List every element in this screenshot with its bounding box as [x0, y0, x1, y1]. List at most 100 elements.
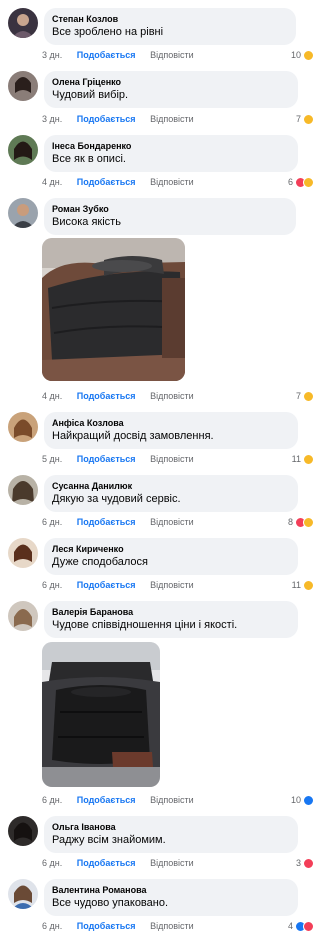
reply-button[interactable]: Відповісти — [150, 578, 194, 592]
reaction-summary[interactable]: 7 — [296, 112, 314, 126]
comment-author[interactable]: Валентина Романова — [52, 884, 290, 896]
comment-text: Все чудово упаковано. — [52, 897, 169, 909]
comment-author[interactable]: Анфіса Козлова — [52, 417, 290, 429]
like-button[interactable]: Подобається — [77, 389, 136, 403]
comment-bubble: Олена Гріценко Чудовий вибір. — [44, 71, 298, 108]
reply-button[interactable]: Відповісти — [150, 112, 194, 126]
comment-bubble: Анфіса Козлова Найкращий досвід замовлен… — [44, 412, 298, 449]
avatar[interactable] — [8, 198, 38, 228]
reply-button[interactable]: Відповісти — [150, 919, 194, 933]
comment-time[interactable]: 5 дн. — [42, 452, 62, 466]
comment-time[interactable]: 6 дн. — [42, 578, 62, 592]
comment-author[interactable]: Степан Козлов — [52, 13, 288, 25]
comment-time[interactable]: 4 дн. — [42, 389, 62, 403]
comment-bubble: Роман Зубко Висока якість — [44, 198, 296, 235]
reply-button[interactable]: Відповісти — [150, 856, 194, 870]
reaction-count: 4 — [287, 921, 293, 931]
wow-icon — [303, 579, 314, 591]
reaction-summary[interactable]: 10 — [291, 48, 314, 62]
reaction-summary[interactable]: 7 — [296, 389, 314, 403]
like-button[interactable]: Подобається — [77, 175, 136, 189]
avatar[interactable] — [8, 135, 38, 165]
comment-bubble: Інеса Бондаренко Все як в описі. — [44, 135, 298, 172]
like-button[interactable]: Подобається — [77, 919, 136, 933]
comment-actions: 3 дн. Подобається Відповісти — [42, 112, 206, 126]
reaction-count: 11 — [291, 580, 301, 590]
reaction-summary[interactable]: 4 — [288, 919, 314, 933]
avatar[interactable] — [8, 71, 38, 101]
avatar[interactable] — [8, 601, 38, 631]
reaction-summary[interactable]: 3 — [296, 856, 314, 870]
comment-bubble: Валентина Романова Все чудово упаковано. — [44, 879, 298, 916]
avatar[interactable] — [8, 816, 38, 846]
reply-button[interactable]: Відповісти — [150, 175, 194, 189]
reaction-count: 7 — [295, 391, 301, 401]
comment-time[interactable]: 6 дн. — [42, 919, 62, 933]
avatar[interactable] — [8, 412, 38, 442]
reaction-summary[interactable]: 6 — [288, 175, 314, 189]
avatar[interactable] — [8, 879, 38, 909]
reaction-count: 10 — [290, 50, 301, 60]
comment-author[interactable]: Інеса Бондаренко — [52, 140, 290, 152]
reaction-summary[interactable]: 10 — [291, 793, 314, 807]
comment-text: Чудовий вибір. — [52, 89, 129, 101]
like-button[interactable]: Подобається — [77, 793, 136, 807]
reaction-count: 11 — [291, 454, 301, 464]
comment-time[interactable]: 6 дн. — [42, 793, 62, 807]
comment-text: Все зроблено на рівні — [52, 26, 164, 38]
comment-author[interactable]: Леся Кириченко — [52, 543, 290, 555]
reaction-count: 3 — [295, 858, 301, 868]
car-air-mattress-grey-photo[interactable] — [42, 238, 185, 381]
reply-button[interactable]: Відповісти — [150, 389, 194, 403]
comment-actions: 6 дн. Подобається Відповісти — [42, 578, 206, 592]
car-air-mattress-black-photo[interactable] — [42, 642, 160, 787]
comment-bubble: Степан Козлов Все зроблено на рівні — [44, 8, 296, 45]
comment-author[interactable]: Сусанна Данилюк — [52, 480, 290, 492]
wow-icon — [303, 453, 314, 465]
reaction-summary[interactable]: 11 — [292, 452, 314, 466]
like-button[interactable]: Подобається — [77, 48, 136, 62]
like-button[interactable]: Подобається — [77, 112, 136, 126]
like-button[interactable]: Подобається — [77, 856, 136, 870]
reaction-count: 8 — [287, 517, 293, 527]
comment-bubble: Ольга Іванова Раджу всім знайомим. — [44, 816, 298, 853]
comment-actions: 4 дн. Подобається Відповісти — [42, 175, 206, 189]
wow-icon — [303, 49, 314, 61]
reaction-count: 10 — [290, 795, 301, 805]
comment-text: Дуже сподобалося — [52, 556, 148, 568]
reply-button[interactable]: Відповісти — [150, 452, 194, 466]
comment-time[interactable]: 6 дн. — [42, 856, 62, 870]
reaction-summary[interactable]: 11 — [292, 578, 314, 592]
like-button[interactable]: Подобається — [77, 578, 136, 592]
reply-button[interactable]: Відповісти — [150, 515, 194, 529]
comment-text: Дякую за чудовий сервіс. — [52, 493, 181, 505]
comment-actions: 3 дн. Подобається Відповісти — [42, 48, 206, 62]
like-icon — [303, 794, 314, 806]
comment-text: Все як в описі. — [52, 153, 126, 165]
comment-time[interactable]: 3 дн. — [42, 112, 62, 126]
comment-author[interactable]: Олена Гріценко — [52, 76, 290, 88]
reply-button[interactable]: Відповісти — [150, 48, 194, 62]
reply-button[interactable]: Відповісти — [150, 793, 194, 807]
love-icon — [303, 857, 314, 869]
avatar[interactable] — [8, 8, 38, 38]
comment-actions: 6 дн. Подобається Відповісти — [42, 856, 206, 870]
like-button[interactable]: Подобається — [77, 452, 136, 466]
comment-text: Чудове співвідношення ціни і якості. — [52, 619, 238, 631]
comment-author[interactable]: Ольга Іванова — [52, 821, 290, 833]
wow-icon — [303, 176, 314, 188]
comment-bubble: Валерія Баранова Чудове співвідношення ц… — [44, 601, 298, 638]
comment-bubble: Сусанна Данилюк Дякую за чудовий сервіс. — [44, 475, 298, 512]
wow-icon — [303, 113, 314, 125]
like-button[interactable]: Подобається — [77, 515, 136, 529]
avatar[interactable] — [8, 475, 38, 505]
comment-author[interactable]: Валерія Баранова — [52, 606, 290, 618]
wow-icon — [303, 516, 314, 528]
comment-author[interactable]: Роман Зубко — [52, 203, 288, 215]
comment-text: Раджу всім знайомим. — [52, 834, 166, 846]
reaction-summary[interactable]: 8 — [288, 515, 314, 529]
comment-time[interactable]: 4 дн. — [42, 175, 62, 189]
comment-time[interactable]: 6 дн. — [42, 515, 62, 529]
avatar[interactable] — [8, 538, 38, 568]
comment-time[interactable]: 3 дн. — [42, 48, 62, 62]
